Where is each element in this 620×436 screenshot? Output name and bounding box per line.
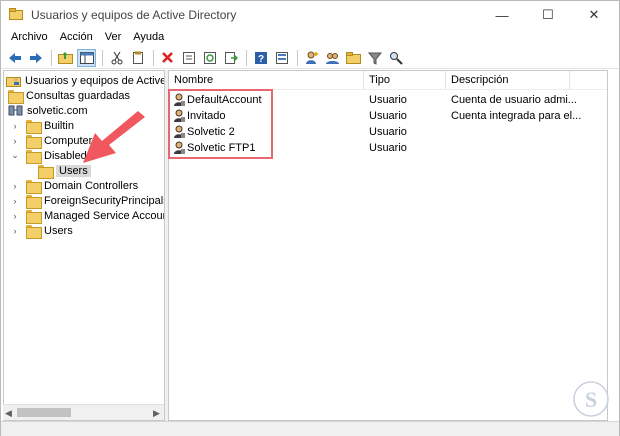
- app-icon: [9, 8, 23, 20]
- chevron-right-icon[interactable]: ›: [10, 181, 20, 191]
- menu-bar: Archivo Acción Ver Ayuda: [1, 29, 619, 47]
- show-console-tree-icon[interactable]: [77, 48, 96, 67]
- chevron-right-icon[interactable]: ›: [10, 226, 20, 236]
- cell-type: Usuario: [369, 126, 407, 138]
- cell-description: Cuenta de usuario admi...: [451, 94, 577, 106]
- scroll-left-icon[interactable]: ◀: [5, 408, 12, 419]
- solvetic-logo-icon: S: [573, 381, 609, 417]
- filter-icon[interactable]: [365, 49, 384, 67]
- tree-root[interactable]: Usuarios y equipos de Active Directo: [6, 73, 164, 88]
- tree-label: ForeignSecurityPrincipals: [44, 194, 164, 207]
- tree-item-builtin[interactable]: › Builtin: [10, 118, 74, 134]
- column-header-tipo[interactable]: Tipo: [364, 71, 446, 90]
- folder-icon: [26, 149, 42, 164]
- tree-item-managed-service[interactable]: › Managed Service Accounts: [10, 208, 164, 224]
- toolbar-separator: [246, 49, 247, 66]
- folder-icon: [38, 164, 54, 179]
- tree-item-domain-controllers[interactable]: › Domain Controllers: [10, 178, 139, 194]
- tree-item-saved-queries[interactable]: Consultas guardadas: [8, 88, 130, 104]
- tree-horizontal-scrollbar[interactable]: ◀ ▶: [3, 404, 164, 420]
- chevron-right-icon[interactable]: ›: [10, 211, 20, 221]
- toolbar: ?: [1, 47, 619, 69]
- folder-icon: [26, 224, 42, 239]
- new-ou-icon[interactable]: [344, 49, 363, 67]
- status-bar: [1, 421, 619, 436]
- chevron-right-icon[interactable]: ›: [10, 121, 20, 131]
- ad-users-icon: [6, 77, 21, 87]
- app-window: Usuarios y equipos de Active Directory —…: [0, 0, 620, 436]
- list-header: Nombre Tipo Descripción: [169, 71, 607, 90]
- domain-icon: [8, 105, 23, 116]
- chevron-right-icon[interactable]: ›: [10, 196, 20, 206]
- cell-type: Usuario: [369, 142, 407, 154]
- menu-accion[interactable]: Acción: [54, 29, 99, 47]
- delete-icon[interactable]: [158, 49, 177, 67]
- cell-type: Usuario: [369, 110, 407, 122]
- tree-root-label: Usuarios y equipos de Active Directo: [25, 74, 164, 87]
- cut-icon[interactable]: [107, 49, 126, 67]
- new-group-icon[interactable]: [323, 49, 342, 67]
- tree-label: Managed Service Accounts: [44, 209, 164, 222]
- menu-ver[interactable]: Ver: [99, 29, 128, 47]
- folder-icon: [8, 89, 24, 104]
- find-icon[interactable]: [386, 49, 405, 67]
- folder-icon: [26, 119, 42, 134]
- refresh-icon[interactable]: [200, 49, 219, 67]
- back-icon[interactable]: [5, 49, 24, 67]
- cell-type: Usuario: [369, 94, 407, 106]
- svg-text:S: S: [585, 387, 597, 412]
- tree-label: Domain Controllers: [44, 179, 139, 192]
- folder-icon: [26, 209, 42, 224]
- tree-item-domain[interactable]: solvetic.com: [8, 103, 88, 118]
- scrollbar-thumb[interactable]: [17, 408, 71, 417]
- window-title: Usuarios y equipos de Active Directory: [31, 8, 237, 22]
- folder-icon: [26, 134, 42, 149]
- svg-text:?: ?: [257, 54, 263, 65]
- toolbar-separator: [51, 49, 52, 66]
- tree-label: Builtin: [44, 119, 74, 132]
- view-icon[interactable]: [272, 49, 291, 67]
- menu-ayuda[interactable]: Ayuda: [127, 29, 170, 47]
- minimize-button[interactable]: —: [479, 1, 525, 29]
- new-user-icon[interactable]: [302, 49, 321, 67]
- maximize-button[interactable]: ☐: [525, 1, 571, 29]
- title-bar: Usuarios y equipos de Active Directory —…: [1, 1, 619, 29]
- toolbar-separator: [297, 49, 298, 66]
- up-folder-icon[interactable]: [56, 49, 75, 67]
- cell-description: Cuenta integrada para el...: [451, 110, 582, 122]
- annotation-highlight-box: [168, 89, 273, 159]
- folder-icon: [26, 194, 42, 209]
- export-icon[interactable]: [221, 49, 240, 67]
- cell-description: [451, 140, 601, 156]
- annotation-arrow-icon: [83, 111, 145, 163]
- scroll-right-icon[interactable]: ▶: [153, 408, 160, 419]
- tree-item-foreign-security[interactable]: › ForeignSecurityPrincipals: [10, 193, 164, 209]
- column-header-descripcion[interactable]: Descripción: [446, 71, 570, 90]
- menu-archivo[interactable]: Archivo: [5, 29, 54, 47]
- chevron-down-icon[interactable]: ⌄: [10, 150, 20, 161]
- tree-label: Consultas guardadas: [26, 89, 130, 102]
- tree-item-disabled[interactable]: ⌄ Disabled: [10, 148, 87, 164]
- folder-icon: [26, 179, 42, 194]
- chevron-right-icon[interactable]: ›: [10, 136, 20, 146]
- column-header-nombre[interactable]: Nombre: [169, 71, 364, 90]
- copy-icon[interactable]: [128, 49, 147, 67]
- help-icon[interactable]: ?: [251, 49, 270, 67]
- close-button[interactable]: ✕: [571, 1, 617, 29]
- tree-item-users[interactable]: › Users: [10, 223, 73, 239]
- forward-icon[interactable]: [26, 49, 45, 67]
- properties-icon[interactable]: [179, 49, 198, 67]
- watermark-logo: S: [566, 379, 616, 435]
- cell-description: [451, 124, 601, 140]
- tree-label: Users: [44, 224, 73, 237]
- toolbar-separator: [153, 49, 154, 66]
- toolbar-separator: [102, 49, 103, 66]
